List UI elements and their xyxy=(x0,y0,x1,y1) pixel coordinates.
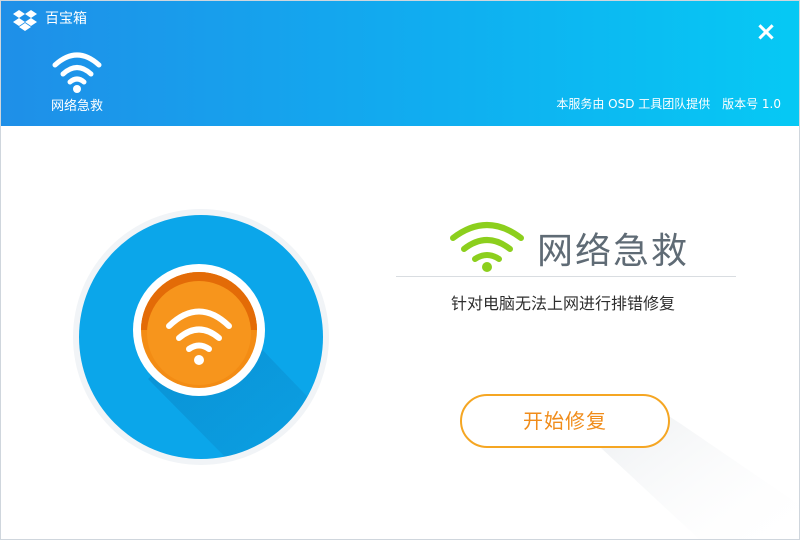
tool-title: 网络急救 xyxy=(537,231,690,272)
nav-item-network-rescue[interactable]: 网络急救 xyxy=(41,45,113,114)
provider-text: 本服务由 OSD 工具团队提供 xyxy=(556,97,711,111)
nav-item-label: 网络急救 xyxy=(50,99,103,114)
tool-description: 针对电脑无法上网进行排错修复 xyxy=(451,294,676,313)
version-text: 版本号 1.0 xyxy=(722,97,781,111)
close-button[interactable]: × xyxy=(751,17,781,47)
app-title: 百宝箱 xyxy=(45,11,87,27)
app-window: 百宝箱 × 网络急救 本服务由 OSD 工具团队提供 版本号 1.0 网络急救 … xyxy=(0,0,800,540)
hero-wifi-badge xyxy=(73,209,329,465)
main-content: 网络急救 针对电脑无法上网进行排错修复 开始修复 xyxy=(1,126,799,539)
title-bar: 百宝箱 × 网络急救 本服务由 OSD 工具团队提供 版本号 1.0 xyxy=(1,1,799,126)
credit-text: 本服务由 OSD 工具团队提供 版本号 1.0 xyxy=(548,95,781,112)
wifi-icon xyxy=(52,52,102,93)
start-repair-button[interactable]: 开始修复 xyxy=(460,394,670,448)
close-icon: × xyxy=(755,17,777,47)
wifi-icon xyxy=(450,222,524,272)
divider xyxy=(396,276,736,277)
dropbox-icon xyxy=(13,10,37,31)
